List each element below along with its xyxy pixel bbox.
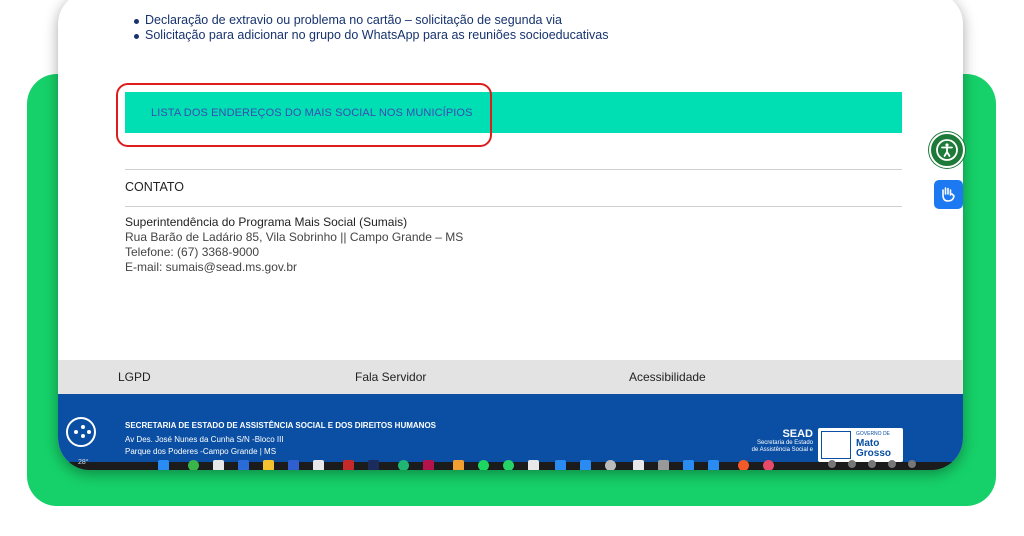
pdf-icon[interactable] xyxy=(343,460,354,470)
site-footer: SECRETARIA DE ESTADO DE ASSISTÊNCIA SOCI… xyxy=(58,394,963,470)
accessibility-button[interactable] xyxy=(929,132,965,168)
logo-state2: Grosso xyxy=(856,448,892,459)
highlight-annotation xyxy=(116,83,492,147)
accessibility-icon xyxy=(936,139,958,161)
app-icon[interactable] xyxy=(555,460,566,470)
tray-icon[interactable] xyxy=(888,460,896,468)
link-second-card[interactable]: Declaração de extravio ou problema no ca… xyxy=(132,13,608,28)
footer-address: SECRETARIA DE ESTADO DE ASSISTÊNCIA SOCI… xyxy=(125,420,436,458)
footer-address-line2: Parque dos Poderes -Campo Grande | MS xyxy=(125,447,277,456)
contact-address: Rua Barão de Ladário 85, Vila Sobrinho |… xyxy=(125,230,464,244)
footer-link-fala-servidor[interactable]: Fala Servidor xyxy=(355,370,426,384)
footer-address-line1: Av Des. José Nunes da Cunha S/N -Bloco I… xyxy=(125,435,284,444)
sign-language-icon xyxy=(942,187,955,202)
windows-taskbar: 28° xyxy=(58,459,963,470)
spotify-icon[interactable] xyxy=(478,460,489,470)
tray-icon[interactable] xyxy=(828,460,836,468)
footer-nav-bar: LGPD Fala Servidor Acessibilidade xyxy=(58,360,963,394)
app-icon[interactable] xyxy=(580,460,591,470)
state-crest-icon xyxy=(821,431,851,459)
edge-icon[interactable] xyxy=(238,460,249,470)
whatsapp-icon[interactable] xyxy=(503,460,514,470)
divider xyxy=(125,206,902,207)
app-icon[interactable] xyxy=(423,460,434,470)
photoshop-icon[interactable] xyxy=(368,460,379,470)
document-links-list: Declaração de extravio ou problema no ca… xyxy=(132,13,608,43)
footer-link-acessibilidade[interactable]: Acessibilidade xyxy=(629,370,706,384)
contact-phone: Telefone: (67) 3368-9000 xyxy=(125,245,260,259)
store-icon[interactable] xyxy=(288,460,299,470)
app-icon[interactable] xyxy=(605,460,616,470)
sign-language-button[interactable] xyxy=(934,180,963,209)
app-icon[interactable] xyxy=(763,460,774,470)
logo-sub2: de Assistência Social e xyxy=(751,447,813,453)
footer-org-name: SECRETARIA DE ESTADO DE ASSISTÊNCIA SOCI… xyxy=(125,421,436,430)
contact-heading: CONTATO xyxy=(125,180,185,194)
tray-icon[interactable] xyxy=(848,460,856,468)
app-icon[interactable] xyxy=(708,460,719,470)
app-icon[interactable] xyxy=(633,460,644,470)
link-whatsapp-group[interactable]: Solicitação para adicionar no grupo do W… xyxy=(132,28,608,43)
tray-icon[interactable] xyxy=(868,460,876,468)
notepad-icon[interactable] xyxy=(313,460,324,470)
ms-logo-icon xyxy=(66,417,96,447)
contact-email: E-mail: sumais@sead.ms.gov.br xyxy=(125,260,298,274)
browser-page-frame: Declaração de extravio ou problema no ca… xyxy=(58,0,963,470)
contact-details: Superintendência do Programa Mais Social… xyxy=(125,215,463,275)
app-icon[interactable] xyxy=(658,460,669,470)
app-icon[interactable] xyxy=(398,460,409,470)
app-icon[interactable] xyxy=(683,460,694,470)
contact-org: Superintendência do Programa Mais Social… xyxy=(125,215,408,229)
footer-link-lgpd[interactable]: LGPD xyxy=(118,370,151,384)
app-icon[interactable] xyxy=(738,460,749,470)
sead-gov-logo: SEAD Secretaria de Estado de Assistência… xyxy=(748,428,903,462)
logo-gov: GOVERNO DE xyxy=(856,431,890,437)
app-icon[interactable] xyxy=(528,460,539,470)
file-icon[interactable] xyxy=(213,460,224,470)
weather-temp: 28° xyxy=(78,459,89,466)
tray-icon[interactable] xyxy=(908,460,916,468)
chrome-icon[interactable] xyxy=(188,460,199,470)
app-icon[interactable] xyxy=(453,460,464,470)
divider xyxy=(125,169,902,170)
logo-sead: SEAD xyxy=(782,428,813,440)
start-icon[interactable] xyxy=(158,460,169,470)
folder-icon[interactable] xyxy=(263,460,274,470)
logo-sub1: Secretaria de Estado xyxy=(756,440,813,446)
